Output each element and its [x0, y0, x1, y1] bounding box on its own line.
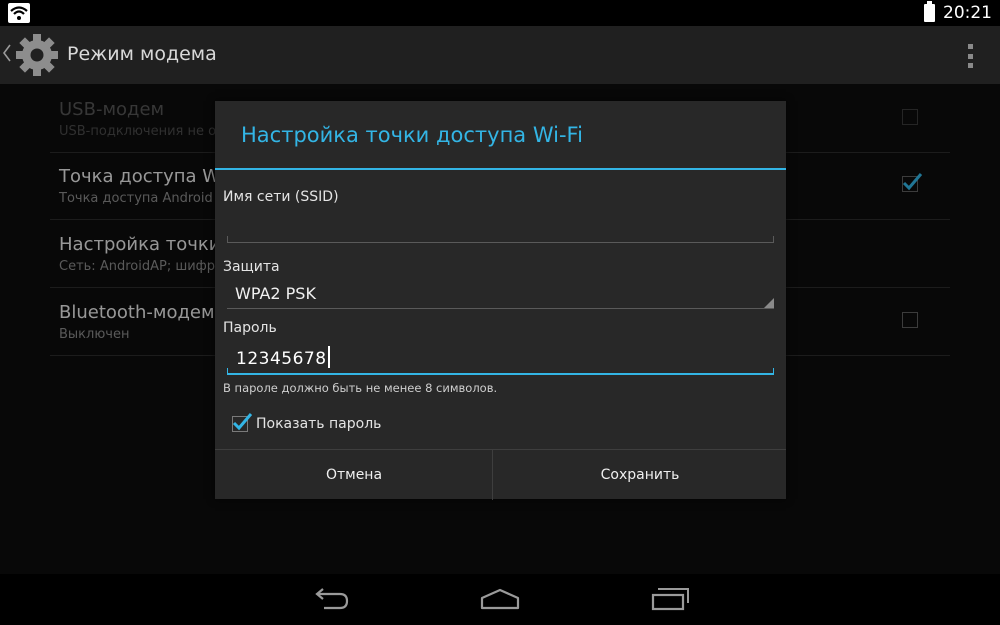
navigation-bar	[0, 574, 1000, 625]
text-cursor	[327, 346, 330, 368]
checkmark-icon	[232, 413, 253, 431]
password-field-underline	[227, 368, 774, 375]
show-password-checkbox[interactable]	[232, 413, 253, 432]
save-button[interactable]: Сохранить	[494, 450, 786, 500]
status-bar: 20:21	[0, 0, 1000, 26]
overflow-menu-icon[interactable]	[968, 44, 974, 68]
ssid-label: Имя сети (SSID)	[223, 189, 339, 205]
dialog-title: Настройка точки доступа Wi-Fi	[241, 123, 583, 147]
battery-icon	[924, 1, 935, 22]
password-input[interactable]: 12345678	[236, 346, 330, 369]
security-label: Защита	[223, 259, 280, 275]
chevron-left-icon[interactable]	[3, 44, 13, 64]
status-clock: 20:21	[943, 3, 992, 23]
title-divider	[215, 168, 786, 170]
password-value: 12345678	[236, 349, 327, 369]
dialog-button-bar: Отмена Сохранить	[215, 449, 786, 500]
page-title: Режим модема	[67, 43, 217, 65]
security-select[interactable]: WPA2 PSK	[227, 279, 774, 309]
security-selected-value: WPA2 PSK	[235, 284, 316, 303]
show-password-label[interactable]: Показать пароль	[256, 416, 381, 432]
back-icon[interactable]	[312, 586, 352, 612]
cancel-button[interactable]: Отмена	[215, 450, 493, 500]
ssid-field-underline	[227, 236, 774, 243]
wifi-hotspot-icon	[8, 3, 30, 23]
wifi-hotspot-setup-dialog: Настройка точки доступа Wi-Fi Имя сети (…	[215, 101, 786, 500]
password-label: Пароль	[223, 320, 277, 336]
settings-gear-icon[interactable]	[14, 32, 60, 78]
password-hint: В пароле должно быть не менее 8 символов…	[223, 381, 498, 395]
action-bar: Режим модема	[0, 26, 1000, 84]
recent-apps-icon[interactable]	[650, 586, 690, 612]
home-icon[interactable]	[480, 586, 520, 612]
button-divider	[492, 450, 493, 500]
dropdown-arrow-icon	[764, 298, 774, 308]
